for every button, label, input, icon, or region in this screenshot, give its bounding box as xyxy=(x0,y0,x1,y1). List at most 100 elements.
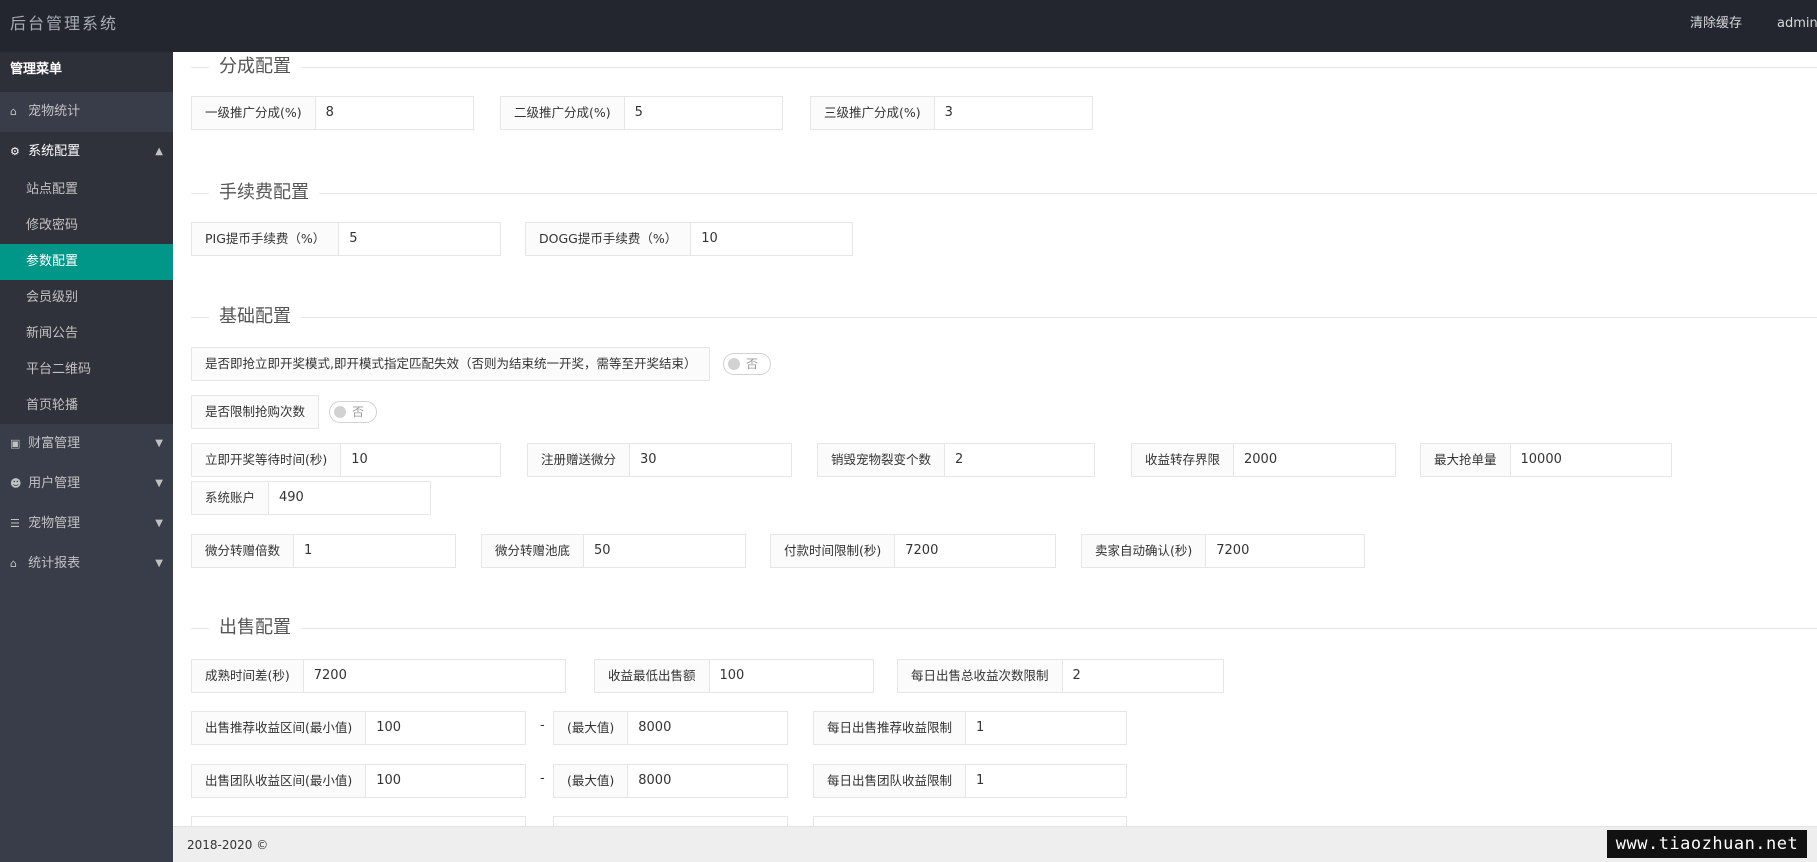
team-max-input[interactable]: 8000 xyxy=(628,765,787,797)
section-commission: 分成配置 xyxy=(191,56,1817,78)
system-account-field: 系统账户 490 xyxy=(191,481,431,515)
sidebar-subitem-news[interactable]: 新闻公告 xyxy=(0,316,173,352)
auto-confirm-input[interactable]: 7200 xyxy=(1206,535,1364,567)
sidebar-subitem-banner[interactable]: 首页轮播 xyxy=(0,388,173,424)
system-account-input[interactable]: 490 xyxy=(269,482,430,514)
rec-min-input[interactable]: 100 xyxy=(366,712,525,744)
destroy-fission-input[interactable]: 2 xyxy=(945,444,1094,476)
pay-time-input[interactable]: 7200 xyxy=(895,535,1055,567)
sidebar-item-pets[interactable]: ☰ 宠物管理 ▼ xyxy=(0,504,173,544)
dogg-fee-input[interactable]: 10 xyxy=(691,223,852,255)
field-label: 出售团队收益区间(最小值) xyxy=(192,765,367,797)
team-max-field: (最大值) 8000 xyxy=(553,764,788,798)
field-label: 每日出售推荐收益限制 xyxy=(814,712,967,744)
home-icon: ⌂ xyxy=(10,105,17,118)
section-sale: 出售配置 xyxy=(191,617,1817,639)
section-title: 基础配置 xyxy=(209,306,301,328)
field-label: 卖家自动确认(秒) xyxy=(1082,535,1207,567)
level2-commission-field: 二级推广分成(%) 5 xyxy=(500,96,783,130)
instant-mode-switch[interactable]: 否 xyxy=(723,353,771,375)
sidebar-item-reports[interactable]: ⌂ 统计报表 ▼ xyxy=(0,544,173,584)
instant-mode-label: 是否即抢立即开奖模式,即开模式指定匹配失效（否则为结束统一开奖，需等至开奖结束） xyxy=(191,347,711,381)
income-limit-input[interactable]: 2000 xyxy=(1234,444,1395,476)
users-icon: ☻ xyxy=(10,477,22,490)
rec-max-field: (最大值) 8000 xyxy=(553,711,788,745)
field-label: 系统账户 xyxy=(192,482,270,514)
cut-off-field xyxy=(813,816,1127,826)
sidebar-subitem-qrcode[interactable]: 平台二维码 xyxy=(0,352,173,388)
pig-fee-field: PIG提币手续费（%） 5 xyxy=(191,222,501,256)
sidebar: 管理菜单 ⌂ 宠物统计 ⚙ 系统配置 ▲ 站点配置 修改密码 参数配置 会员级别… xyxy=(0,52,173,862)
sidebar-item-label: 宠物管理 xyxy=(28,516,81,531)
field-label: 销毁宠物裂变个数 xyxy=(818,444,946,476)
field-label: DOGG提币手续费（%） xyxy=(526,223,692,255)
switch-text: 否 xyxy=(352,405,365,419)
field-label: 注册赠送微分 xyxy=(528,444,631,476)
min-sale-field: 收益最低出售额 100 xyxy=(594,659,874,693)
sidebar-item-label: 统计报表 xyxy=(28,556,81,571)
destroy-fission-field: 销毁宠物裂变个数 2 xyxy=(817,443,1095,477)
section-basic: 基础配置 xyxy=(191,306,1817,328)
field-label: 收益转存界限 xyxy=(1132,444,1235,476)
register-gift-input[interactable]: 30 xyxy=(630,444,791,476)
sidebar-item-label: 宠物统计 xyxy=(28,104,81,119)
cut-off-field xyxy=(191,816,526,826)
sidebar-item-label: 财富管理 xyxy=(28,436,81,451)
sidebar-item-users[interactable]: ☻ 用户管理 ▼ xyxy=(0,464,173,504)
sidebar-item-system-config[interactable]: ⚙ 系统配置 ▲ xyxy=(0,132,173,172)
sidebar-item-label: 系统配置 xyxy=(28,144,81,159)
chevron-down-icon: ▼ xyxy=(155,478,163,489)
register-gift-field: 注册赠送微分 30 xyxy=(527,443,792,477)
pig-fee-input[interactable]: 5 xyxy=(339,223,500,255)
sidebar-item-wealth[interactable]: ▣ 财富管理 ▼ xyxy=(0,424,173,464)
app-title: 后台管理系统 xyxy=(10,14,119,33)
rec-max-input[interactable]: 8000 xyxy=(628,712,787,744)
team-min-input[interactable]: 100 xyxy=(366,765,525,797)
field-label: 每日出售团队收益限制 xyxy=(814,765,967,797)
dogg-fee-field: DOGG提币手续费（%） 10 xyxy=(525,222,853,256)
clear-cache-link[interactable]: 清除缓存 xyxy=(1690,0,1742,48)
field-label: 微分转赠倍数 xyxy=(192,535,295,567)
team-daily-input[interactable]: 1 xyxy=(966,765,1126,797)
field-label: (最大值) xyxy=(554,712,629,744)
max-orders-input[interactable]: 10000 xyxy=(1511,444,1671,476)
field-label: 成熟时间差(秒) xyxy=(192,660,304,692)
sidebar-subitem-site-config[interactable]: 站点配置 xyxy=(0,172,173,208)
footer: 2018-2020 © xyxy=(173,826,1817,862)
range-dash: - xyxy=(540,771,545,786)
max-orders-field: 最大抢单量 10000 xyxy=(1420,443,1672,477)
switch-knob xyxy=(728,358,740,370)
sidebar-title: 管理菜单 xyxy=(0,52,173,92)
sidebar-subitem-change-password[interactable]: 修改密码 xyxy=(0,208,173,244)
min-sale-input[interactable]: 100 xyxy=(710,660,873,692)
money-icon: ▣ xyxy=(10,437,21,450)
income-limit-field: 收益转存界限 2000 xyxy=(1131,443,1396,477)
field-label: 付款时间限制(秒) xyxy=(771,535,896,567)
home-icon: ⌂ xyxy=(10,557,17,570)
field-label: 出售推荐收益区间(最小值) xyxy=(192,712,367,744)
level3-commission-input[interactable]: 3 xyxy=(935,97,1092,129)
sidebar-item-pet-stats[interactable]: ⌂ 宠物统计 xyxy=(0,92,173,132)
copyright: 2018-2020 © xyxy=(187,838,269,852)
field-label: PIG提币手续费（%） xyxy=(192,223,340,255)
user-menu[interactable]: admin xyxy=(1777,0,1817,48)
sidebar-subitem-member-level[interactable]: 会员级别 xyxy=(0,280,173,316)
wait-time-input[interactable]: 10 xyxy=(341,444,500,476)
rec-daily-input[interactable]: 1 xyxy=(966,712,1126,744)
team-daily-field: 每日出售团队收益限制 1 xyxy=(813,764,1127,798)
level1-commission-input[interactable]: 8 xyxy=(316,97,473,129)
level2-commission-input[interactable]: 5 xyxy=(625,97,782,129)
limit-purchase-switch[interactable]: 否 xyxy=(329,401,377,423)
list-icon: ☰ xyxy=(10,517,20,530)
field-label: 每日出售总收益次数限制 xyxy=(898,660,1063,692)
submenu-system-config: 站点配置 修改密码 参数配置 会员级别 新闻公告 平台二维码 首页轮播 xyxy=(0,172,173,424)
transfer-multiple-input[interactable]: 1 xyxy=(294,535,455,567)
section-title: 分成配置 xyxy=(209,56,301,78)
watermark: www.tiaozhuan.net xyxy=(1607,830,1807,858)
sidebar-subitem-param-config[interactable]: 参数配置 xyxy=(0,244,173,280)
transfer-pool-input[interactable]: 50 xyxy=(584,535,745,567)
gears-icon: ⚙ xyxy=(10,145,20,158)
mature-time-input[interactable]: 7200 xyxy=(304,660,565,692)
mature-time-field: 成熟时间差(秒) 7200 xyxy=(191,659,566,693)
daily-total-input[interactable]: 2 xyxy=(1063,660,1223,692)
